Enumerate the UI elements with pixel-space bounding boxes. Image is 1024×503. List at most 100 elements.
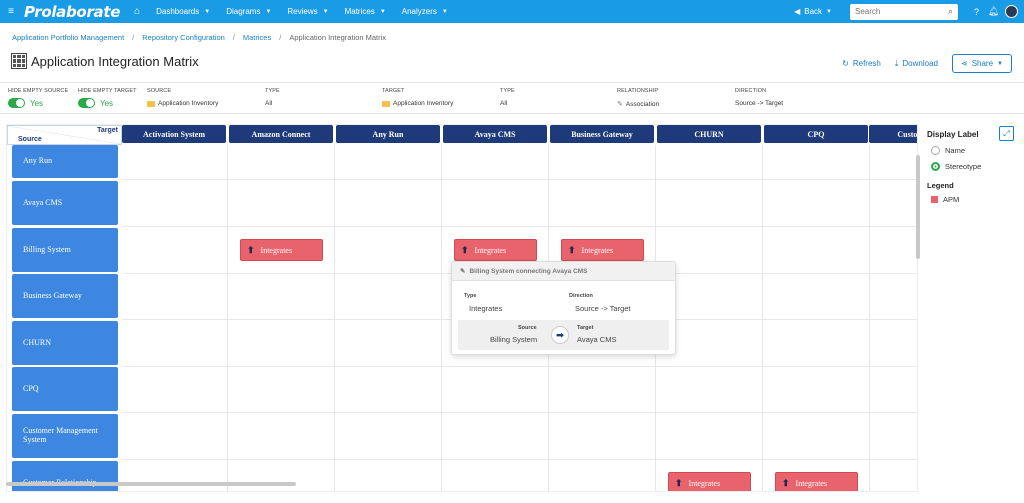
nav-diagrams[interactable]: Diagrams ▼ [226,7,271,16]
back-circle-icon: ◀ [794,7,801,16]
relationship-chip[interactable]: ⬆ Integrates [454,239,537,261]
popup-source-value: Billing System [490,335,538,344]
help-icon[interactable]: ? [968,7,985,17]
refresh-button[interactable]: ↻ Refresh [842,59,881,68]
filter-target-type[interactable]: TYPE All [500,88,515,107]
row-header[interactable]: Business Gateway [12,274,118,318]
legend-item: APM [931,195,959,204]
breadcrumb-link[interactable]: Matrices [243,33,271,42]
folder-icon [147,100,155,107]
column-header[interactable]: Customer Ma [869,125,917,143]
popup-direction-label: Direction [569,293,593,299]
breadcrumb-current: Application Integration Matrix [289,33,387,42]
chevron-down-icon: ▼ [265,8,272,15]
filter-source[interactable]: SOURCE Application Inventory [147,88,218,107]
nav-matrices[interactable]: Matrices ▼ [345,7,386,16]
column-header[interactable]: Amazon Connect [229,125,333,143]
radio-button[interactable] [931,146,940,155]
search-box[interactable]: ⌕ [850,3,958,20]
breadcrumb: Application Portfolio Management / Repos… [12,33,386,42]
pencil-icon: ✎ [460,268,466,275]
nav-analyzers[interactable]: Analyzers ▼ [402,7,448,16]
row-header[interactable]: CHURN [12,321,118,365]
column-header[interactable]: CPQ [764,125,868,143]
relationship-chip[interactable]: ⬆ Integrates [240,239,323,261]
hide-empty-target-toggle[interactable] [78,98,95,108]
home-icon[interactable]: ⌂ [134,6,150,17]
share-button[interactable]: ⋖ Share ▼ [951,54,1012,73]
column-header[interactable]: Avaya CMS [443,125,547,143]
chevron-down-icon: ▼ [322,8,329,15]
breadcrumb-link[interactable]: Application Portfolio Management [12,33,124,42]
arrow-up-icon: ⬆ [461,244,469,255]
filter-target[interactable]: TARGET Application Inventory [382,88,453,107]
hamburger-menu-icon[interactable]: ≡ [2,6,20,17]
radio-stereotype[interactable]: Stereotype [931,162,981,171]
radio-button-selected[interactable] [931,162,940,171]
popup-type-value: Integrates [469,304,503,313]
search-icon[interactable]: ⌕ [948,6,953,17]
relationship-label: Integrates [795,478,828,488]
nav-dashboards[interactable]: Dashboards ▼ [156,7,210,16]
vertical-scrollbar[interactable] [916,155,920,259]
row-header[interactable]: Customer Management System [12,414,118,458]
chevron-down-icon: ▼ [997,60,1003,67]
hide-empty-source-toggle[interactable] [8,98,25,108]
horizontal-scrollbar[interactable] [6,482,296,486]
brand-logo[interactable]: Prolaborate [24,3,120,21]
breadcrumb-separator: / [132,33,135,42]
relationship-label: Integrates [260,245,293,255]
popup-target-label: Target [577,325,594,331]
row-header[interactable]: CPQ [12,367,118,411]
column-header[interactable]: Activation System [122,125,226,143]
grid-line [122,226,917,227]
top-navbar: ≡ Prolaborate ⌂ Dashboards ▼ Diagrams ▼ Re… [0,0,1024,23]
relationship-chip[interactable]: ⬆ Integrates [561,239,644,261]
refresh-icon: ↻ [842,59,849,68]
popup-type-label: Type [464,293,477,299]
grid-line [122,412,917,413]
legend-title: Legend [927,181,954,190]
column-header[interactable]: Any Run [336,125,440,143]
folder-icon [382,100,390,107]
row-header[interactable]: Billing System [12,228,118,272]
chevron-down-icon: ▼ [441,8,448,15]
filter-source-type[interactable]: TYPE All [265,88,280,107]
arrow-up-icon: ⬆ [675,477,683,488]
filter-direction[interactable]: DIRECTION Source -> Target [735,88,783,107]
column-header[interactable]: CHURN [657,125,761,143]
connection-popup: ✎ Billing System connecting Avaya CMS Ty… [451,261,676,355]
popup-title: Billing System connecting Avaya CMS [469,267,588,275]
radio-name[interactable]: Name [931,146,965,155]
chevron-down-icon: ▼ [204,8,211,15]
relationship-label: Integrates [581,245,614,255]
row-header[interactable]: Any Run [12,145,118,178]
corner-target-label: Target [97,127,118,134]
filter-relationship[interactable]: RELATIONSHIP ✎ Association [617,88,659,108]
display-options-panel: Display Label ⤢ Name Stereotype Legend A… [922,123,1022,493]
notification-bell-icon[interactable]: 🔔︎ [985,6,1002,17]
back-button[interactable]: ◀ Back ▼ [794,7,832,16]
search-input[interactable] [855,7,940,16]
expand-icon[interactable]: ⤢ [999,126,1014,141]
popup-direction-value: Source -> Target [575,304,631,313]
column-header[interactable]: Business Gateway [550,125,654,143]
download-button[interactable]: ⤓ Download [895,59,938,69]
breadcrumb-link[interactable]: Repository Configuration [142,33,225,42]
download-icon: ⤓ [894,58,899,68]
relationship-label: Integrates [688,478,721,488]
chevron-down-icon: ▼ [379,8,386,15]
page-actions: ↻ Refresh ⤓ Download ⋖ Share ▼ [842,54,1012,73]
row-header[interactable]: Avaya CMS [12,181,118,225]
relationship-chip[interactable]: ⬆ Integrates [775,472,858,491]
user-avatar[interactable] [1005,5,1018,18]
nav-reviews[interactable]: Reviews ▼ [287,7,328,16]
breadcrumb-separator: / [232,33,235,42]
legend-swatch [931,196,938,203]
relationship-chip[interactable]: ⬆ Integrates [668,472,751,491]
popup-source-label: Source [518,325,537,331]
popup-target-value: Avaya CMS [577,335,617,344]
row-header[interactable]: Customer Relationship [12,461,118,491]
toggle-value: Yes [100,98,114,108]
popup-header: ✎ Billing System connecting Avaya CMS [452,262,675,281]
